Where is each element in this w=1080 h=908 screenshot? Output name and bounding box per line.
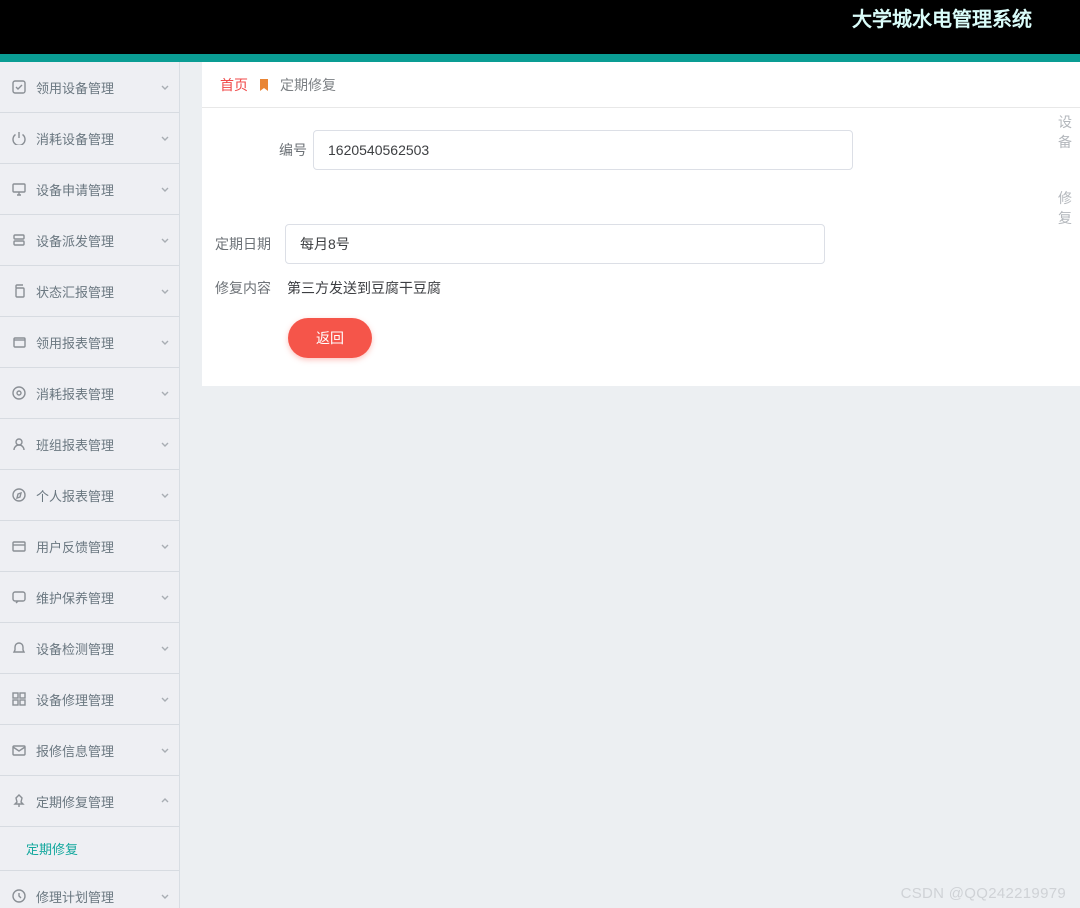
chevron-down-icon [160, 439, 170, 449]
mail-icon [12, 743, 26, 757]
value-content: 第三方发送到豆腐干豆腐 [285, 278, 441, 298]
sidebar-item-label: 设备检测管理 [36, 639, 150, 658]
chevron-down-icon [160, 286, 170, 296]
folder-icon [12, 335, 26, 349]
breadcrumb: 首页 定期修复 [202, 62, 1080, 108]
sidebar-item-label: 领用设备管理 [36, 78, 150, 97]
chevron-down-icon [160, 694, 170, 704]
grid-icon [12, 692, 26, 706]
sidebar-item-label: 领用报表管理 [36, 333, 150, 352]
card-icon [12, 539, 26, 553]
chevron-down-icon [160, 235, 170, 245]
server-icon [12, 233, 26, 247]
sidebar-item-10[interactable]: 维护保养管理 [0, 572, 179, 623]
chevron-down-icon [160, 82, 170, 92]
sidebar-item-label: 报修信息管理 [36, 741, 150, 760]
breadcrumb-home[interactable]: 首页 [220, 75, 248, 95]
chevron-down-icon [160, 184, 170, 194]
chevron-down-icon [160, 337, 170, 347]
cut-off-labels: 设备 修复 [1058, 112, 1080, 228]
return-button[interactable]: 返回 [288, 318, 372, 358]
sidebar-item-13[interactable]: 报修信息管理 [0, 725, 179, 776]
pin-icon [12, 794, 26, 808]
message-icon [12, 590, 26, 604]
sidebar-item-label: 设备修理管理 [36, 690, 150, 709]
sidebar-item-2[interactable]: 设备申请管理 [0, 164, 179, 215]
sidebar-nav: 领用设备管理消耗设备管理设备申请管理设备派发管理状态汇报管理领用报表管理消耗报表… [0, 62, 180, 908]
input-date[interactable] [285, 224, 825, 264]
watermark: CSDN @QQ242219979 [901, 885, 1066, 902]
chevron-down-icon [160, 133, 170, 143]
sidebar-item-label: 修理计划管理 [36, 887, 150, 906]
target-icon [12, 386, 26, 400]
sidebar-item-15[interactable]: 修理计划管理 [0, 871, 179, 908]
label-date: 定期日期 [215, 234, 279, 254]
sidebar-item-7[interactable]: 班组报表管理 [0, 419, 179, 470]
sidebar-item-6[interactable]: 消耗报表管理 [0, 368, 179, 419]
app-header: 大学城水电管理系统 [0, 0, 1080, 54]
sidebar-item-label: 状态汇报管理 [36, 282, 150, 301]
sidebar-item-8[interactable]: 个人报表管理 [0, 470, 179, 521]
sidebar-item-0[interactable]: 领用设备管理 [0, 62, 179, 113]
form-panel: 编号 定期日期 修复内容 第三方发送到豆腐干豆腐 返回 [202, 108, 1080, 386]
label-content: 修复内容 [215, 278, 279, 298]
chevron-down-icon [160, 891, 170, 901]
sidebar-item-5[interactable]: 领用报表管理 [0, 317, 179, 368]
chevron-down-icon [160, 796, 170, 806]
sidebar-item-label: 维护保养管理 [36, 588, 150, 607]
bell-icon [12, 641, 26, 655]
breadcrumb-current: 定期修复 [280, 75, 336, 95]
sidebar-item-14[interactable]: 定期修复管理 [0, 776, 179, 827]
sidebar-item-3[interactable]: 设备派发管理 [0, 215, 179, 266]
copy-icon [12, 284, 26, 298]
compass-icon [12, 488, 26, 502]
sidebar-item-11[interactable]: 设备检测管理 [0, 623, 179, 674]
cut-label-device: 设备 [1058, 112, 1080, 152]
sidebar-item-label: 设备派发管理 [36, 231, 150, 250]
sidebar-sub-item[interactable]: 定期修复 [0, 827, 179, 871]
input-id[interactable] [313, 130, 853, 170]
chevron-down-icon [160, 592, 170, 602]
label-id: 编号 [243, 140, 307, 160]
chevron-down-icon [160, 490, 170, 500]
clock-icon [12, 889, 26, 903]
sidebar-item-label: 消耗报表管理 [36, 384, 150, 403]
sidebar-item-1[interactable]: 消耗设备管理 [0, 113, 179, 164]
main-content: 首页 定期修复 编号 定期日期 修复内容 第三方发送到豆腐干豆腐 返回 [180, 62, 1080, 908]
accent-bar [0, 54, 1080, 62]
sidebar-item-4[interactable]: 状态汇报管理 [0, 266, 179, 317]
monitor-icon [12, 182, 26, 196]
chevron-down-icon [160, 541, 170, 551]
sidebar-item-label: 设备申请管理 [36, 180, 150, 199]
user-icon [12, 437, 26, 451]
check-square-icon [12, 80, 26, 94]
sidebar-item-label: 用户反馈管理 [36, 537, 150, 556]
sidebar-item-label: 个人报表管理 [36, 486, 150, 505]
app-title: 大学城水电管理系统 [852, 0, 1032, 40]
power-icon [12, 131, 26, 145]
sidebar-item-9[interactable]: 用户反馈管理 [0, 521, 179, 572]
sidebar-item-label: 定期修复管理 [36, 792, 150, 811]
sidebar-item-label: 消耗设备管理 [36, 129, 150, 148]
sidebar-item-12[interactable]: 设备修理管理 [0, 674, 179, 725]
bookmark-icon [258, 79, 270, 91]
chevron-down-icon [160, 388, 170, 398]
chevron-down-icon [160, 643, 170, 653]
sidebar-item-label: 班组报表管理 [36, 435, 150, 454]
chevron-down-icon [160, 745, 170, 755]
cut-label-repair: 修复 [1058, 188, 1080, 228]
